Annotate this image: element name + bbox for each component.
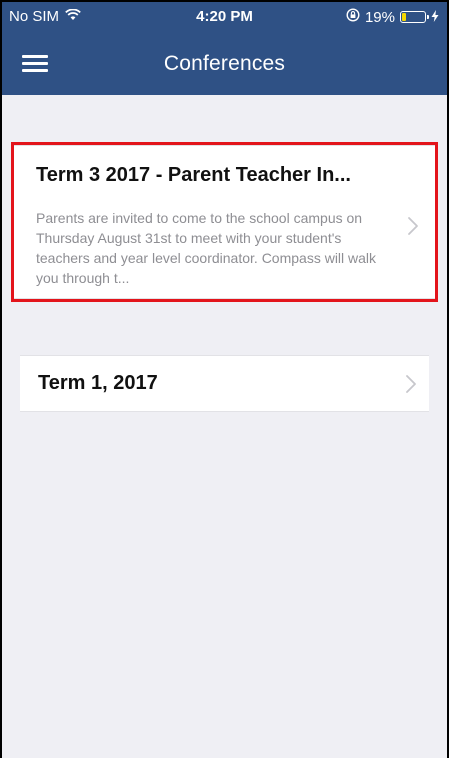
status-right: 19%	[346, 8, 439, 26]
battery-percent: 19%	[364, 8, 395, 26]
chevron-right-icon	[405, 374, 417, 394]
battery-fill	[402, 13, 406, 21]
chevron-right-icon	[407, 216, 419, 236]
conference-description: Parents are invited to come to the schoo…	[36, 210, 377, 286]
header: No SIM 4:20 PM 19% Conferences	[2, 2, 447, 95]
app-frame: No SIM 4:20 PM 19% Conferences Term 3 20…	[0, 0, 449, 758]
conference-item-term-1-2017[interactable]: Term 1, 2017	[20, 355, 429, 412]
battery-tip	[427, 15, 429, 19]
conference-title: Term 1, 2017	[38, 372, 158, 394]
conference-title: Term 3 2017 - Parent Teacher In...	[36, 164, 351, 186]
page-title: Conferences	[163, 52, 286, 75]
conference-item-term-3-2017[interactable]: Term 3 2017 - Parent Teacher In... Paren…	[11, 142, 438, 302]
battery-icon	[400, 11, 429, 23]
rotation-lock-icon	[346, 8, 360, 26]
nav-bar: Conferences	[2, 40, 447, 95]
status-bar: No SIM 4:20 PM 19%	[2, 2, 447, 32]
charging-icon	[431, 9, 439, 26]
